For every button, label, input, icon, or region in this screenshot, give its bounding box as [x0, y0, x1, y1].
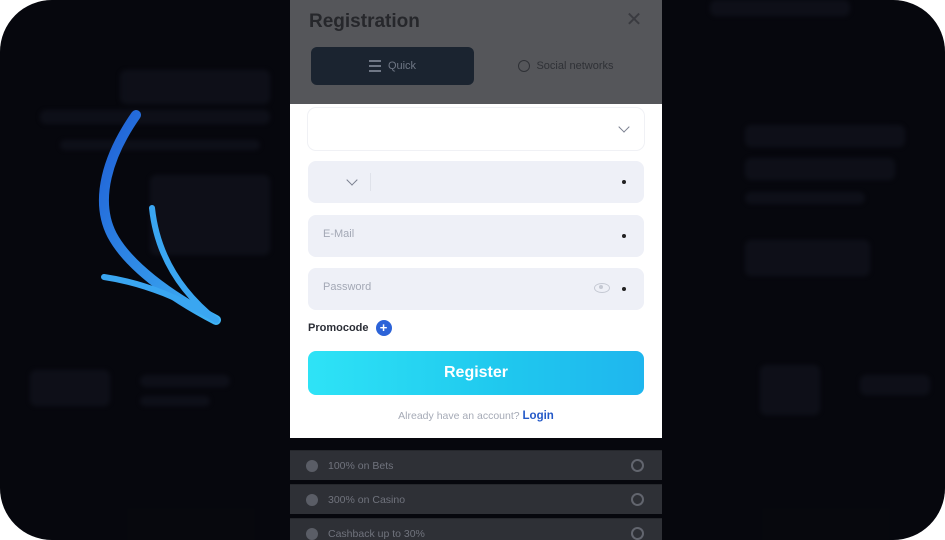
screenshot-frame: Registration ✕ Quick Social networks E-M… [0, 0, 945, 540]
close-icon[interactable]: ✕ [624, 10, 644, 30]
register-button[interactable]: Register [308, 351, 644, 395]
arrow-icon [99, 110, 221, 325]
bonus-row[interactable]: Cashback up to 30% [290, 518, 662, 540]
field-divider [370, 173, 371, 191]
check-circle-icon [631, 459, 644, 472]
plus-icon[interactable]: + [375, 320, 392, 336]
cashback-icon [306, 527, 318, 540]
check-circle-icon [631, 493, 644, 506]
login-link[interactable]: Login [523, 410, 554, 422]
email-field[interactable]: E-Mail [308, 215, 644, 257]
check-circle-icon [631, 527, 644, 540]
bonus-text: 100% on Bets [328, 459, 394, 472]
bonus-text: 300% on Casino [328, 493, 406, 506]
login-prompt: Already have an account? Login [290, 410, 662, 422]
tab-quick-label: Quick [387, 60, 417, 72]
modal-title: Registration [309, 11, 420, 32]
chevron-down-icon[interactable] [346, 174, 358, 186]
phone-field[interactable] [308, 161, 644, 203]
tab-social-label: Social networks [536, 60, 614, 72]
globe-icon [518, 60, 531, 72]
tab-quick[interactable]: Quick [311, 47, 474, 85]
registration-modal: Registration ✕ Quick Social networks E-M… [290, 0, 662, 438]
bonus-row[interactable]: 300% on Casino [290, 484, 662, 514]
modal-header: Registration ✕ Quick Social networks [290, 0, 662, 104]
tab-social-networks[interactable]: Social networks [490, 47, 642, 85]
promocode-label: Promocode [308, 322, 369, 334]
eye-icon[interactable] [594, 283, 610, 293]
password-field[interactable]: Password [308, 268, 644, 310]
bonus-text: Cashback up to 30% [328, 527, 425, 540]
email-placeholder: E-Mail [323, 228, 355, 240]
password-placeholder: Password [323, 281, 372, 293]
bets-icon [306, 459, 318, 472]
bonus-row[interactable]: 100% on Bets [290, 450, 662, 480]
chevron-down-icon [618, 121, 630, 133]
menu-icon [368, 60, 381, 72]
casino-icon [306, 493, 318, 506]
required-dot [622, 287, 626, 291]
required-dot [622, 234, 626, 238]
have-account-text: Already have an account? [398, 410, 520, 422]
promocode-toggle[interactable]: Promocode + [308, 320, 392, 336]
required-dot [622, 180, 626, 184]
country-select[interactable] [308, 108, 644, 150]
